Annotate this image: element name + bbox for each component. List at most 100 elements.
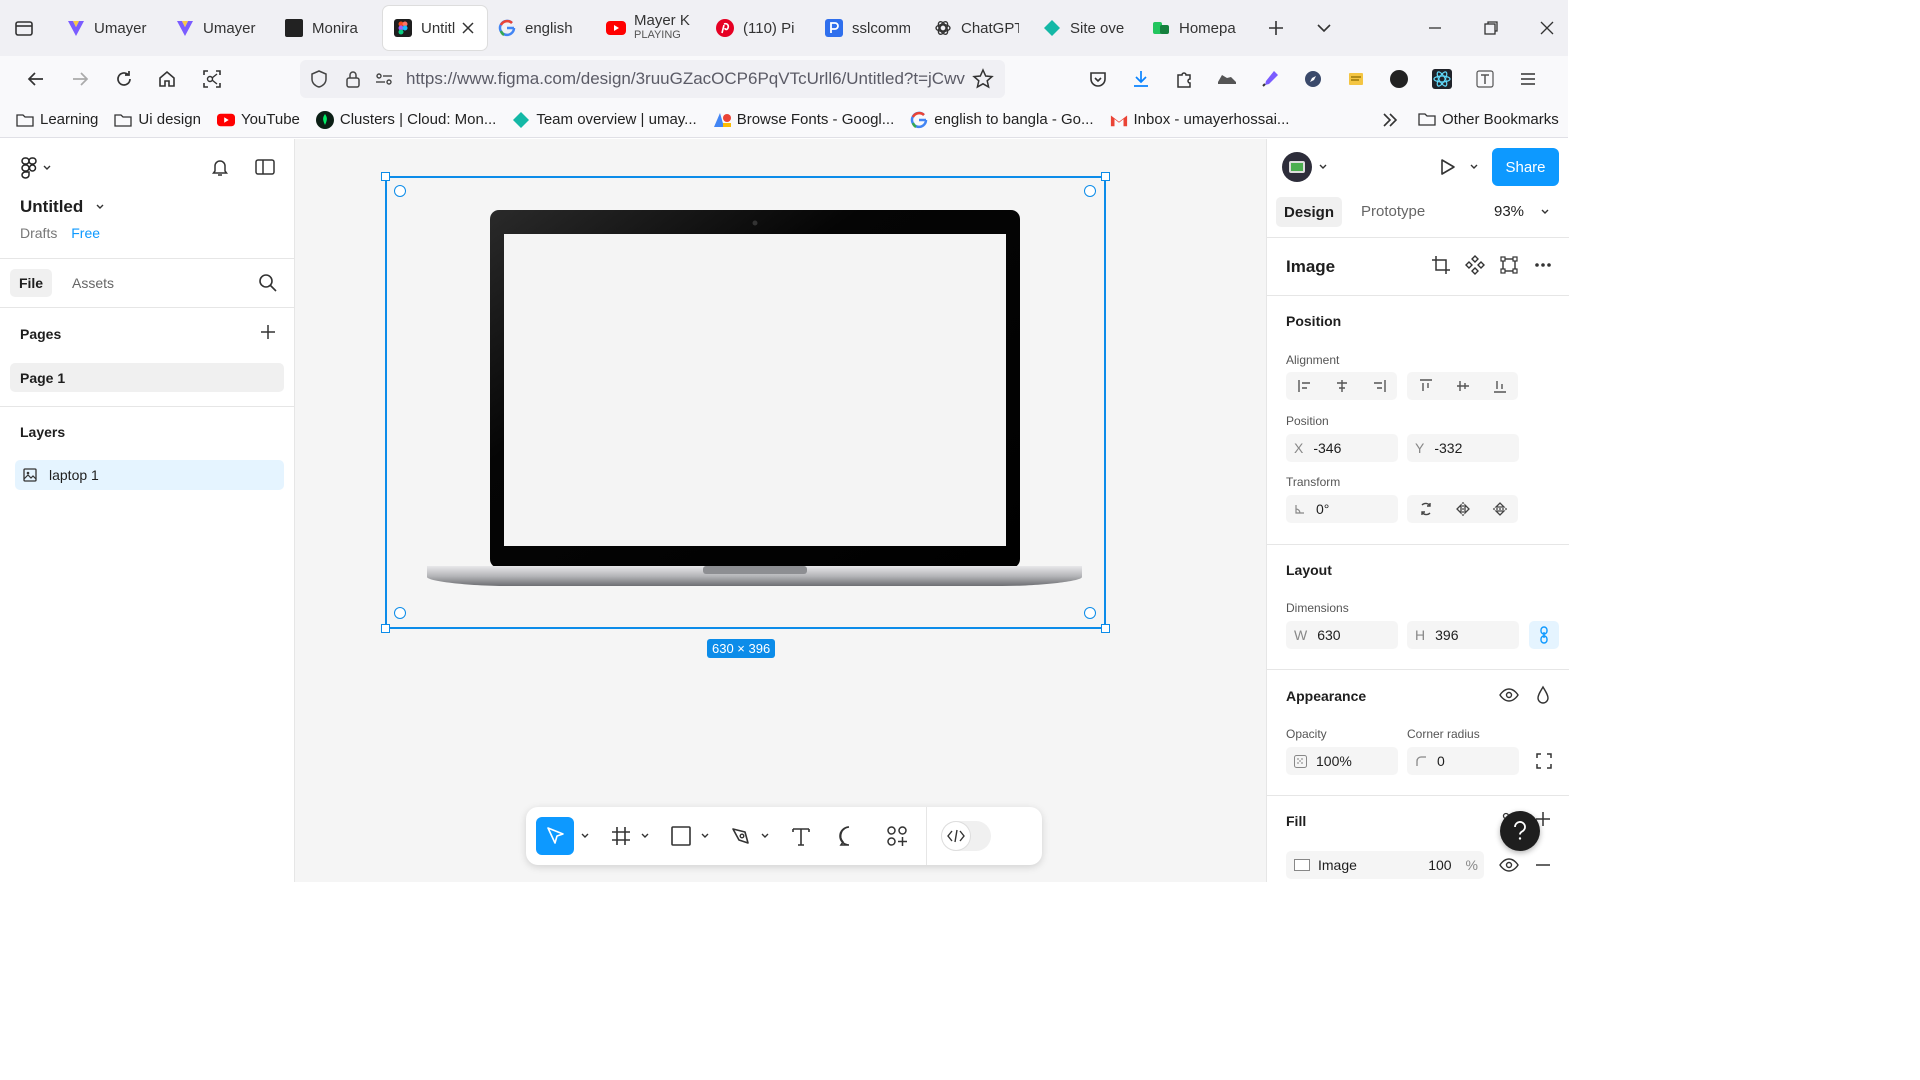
bookmark-7[interactable]: english to bangla - Go... bbox=[910, 111, 1094, 129]
zoom-dropdown[interactable]: 93% bbox=[1494, 203, 1550, 220]
constrain-proportions-button[interactable] bbox=[1529, 621, 1559, 649]
crop-button[interactable] bbox=[1431, 255, 1451, 275]
pocket-button[interactable] bbox=[1080, 61, 1116, 97]
downloads-button[interactable] bbox=[1123, 61, 1159, 97]
tab-assets[interactable]: Assets bbox=[72, 275, 114, 291]
bookmark-star-icon[interactable] bbox=[972, 68, 994, 90]
opacity-field[interactable]: 100% bbox=[1286, 747, 1398, 775]
compass-button[interactable] bbox=[1295, 61, 1331, 97]
layer-item[interactable]: laptop 1 bbox=[15, 460, 284, 490]
frame-tool[interactable] bbox=[610, 825, 632, 847]
user-avatar-button[interactable] bbox=[1282, 152, 1328, 182]
forward-button[interactable] bbox=[62, 61, 98, 97]
home-button[interactable] bbox=[149, 61, 185, 97]
close-tab-icon[interactable] bbox=[461, 21, 475, 35]
toggle-visibility-button[interactable] bbox=[1499, 685, 1519, 705]
toggle-sidebar-button[interactable] bbox=[254, 157, 276, 177]
reload-button[interactable] bbox=[106, 61, 142, 97]
shape-tool[interactable] bbox=[670, 825, 692, 847]
radius-handle-bl[interactable] bbox=[394, 607, 406, 619]
component-button[interactable] bbox=[1465, 255, 1485, 275]
resize-handle-bl[interactable] bbox=[381, 624, 390, 633]
x-position-field[interactable]: X -346 bbox=[1286, 434, 1398, 462]
chevron-down-icon[interactable] bbox=[640, 831, 650, 841]
chevron-down-icon[interactable] bbox=[580, 831, 590, 841]
rotation-field[interactable]: 0° bbox=[1286, 495, 1398, 523]
plan-badge[interactable]: Free bbox=[71, 225, 100, 241]
search-layers-button[interactable] bbox=[258, 273, 278, 293]
resize-handle-tl[interactable] bbox=[381, 172, 390, 181]
browser-tab-1[interactable]: Umayer bbox=[56, 6, 165, 50]
chevron-down-icon[interactable] bbox=[700, 831, 710, 841]
browser-tab-6[interactable]: Mayer K PLAYING bbox=[596, 6, 705, 50]
font-ext-button[interactable] bbox=[1467, 61, 1503, 97]
bookmark-8[interactable]: Inbox - umayerhossai... bbox=[1110, 111, 1289, 129]
bookmark-4[interactable]: Clusters | Cloud: Mon... bbox=[315, 110, 496, 129]
chevron-down-icon[interactable] bbox=[760, 831, 770, 841]
align-middle-button[interactable] bbox=[1444, 372, 1481, 400]
new-tab-button[interactable] bbox=[1258, 10, 1294, 46]
height-field[interactable]: H 396 bbox=[1407, 621, 1519, 649]
browser-tab-8[interactable]: sslcomm bbox=[814, 6, 923, 50]
width-field[interactable]: W 630 bbox=[1286, 621, 1398, 649]
resize-handle-br[interactable] bbox=[1101, 624, 1110, 633]
extensions-button[interactable] bbox=[1166, 61, 1202, 97]
browser-tab-9[interactable]: ChatGPT bbox=[923, 6, 1032, 50]
browser-tab-5[interactable]: english bbox=[487, 6, 596, 50]
browser-tab-2[interactable]: Umayer bbox=[165, 6, 274, 50]
figma-menu-button[interactable] bbox=[20, 157, 52, 179]
url-bar[interactable]: https://www.figma.com/design/3ruuGZacOCP… bbox=[300, 60, 1005, 98]
align-right-button[interactable] bbox=[1360, 372, 1397, 400]
restore-button[interactable] bbox=[1473, 10, 1509, 46]
design-canvas[interactable]: 630 × 396 bbox=[295, 139, 1266, 882]
move-tool[interactable] bbox=[536, 817, 574, 855]
radius-handle-br[interactable] bbox=[1084, 607, 1096, 619]
fill-visibility-button[interactable] bbox=[1499, 855, 1519, 875]
browser-tab-10[interactable]: Site ove bbox=[1032, 6, 1141, 50]
color-picker-button[interactable] bbox=[1252, 61, 1288, 97]
drafts-link[interactable]: Drafts bbox=[20, 225, 57, 241]
align-center-h-button[interactable] bbox=[1323, 372, 1360, 400]
extension-button-1[interactable] bbox=[1209, 61, 1245, 97]
help-button[interactable] bbox=[1500, 811, 1540, 851]
bookmark-3[interactable]: YouTube bbox=[216, 111, 300, 129]
remove-fill-button[interactable] bbox=[1535, 857, 1551, 873]
align-left-button[interactable] bbox=[1286, 372, 1323, 400]
tab-list-button[interactable] bbox=[1306, 10, 1342, 46]
align-top-button[interactable] bbox=[1407, 372, 1444, 400]
tab-overview-button[interactable] bbox=[6, 10, 42, 46]
other-bookmarks[interactable]: Other Bookmarks bbox=[1418, 110, 1559, 128]
radius-handle-tr[interactable] bbox=[1084, 185, 1096, 197]
close-window-button[interactable] bbox=[1529, 10, 1565, 46]
corner-radius-field[interactable]: 0 bbox=[1407, 747, 1519, 775]
resize-handle-tr[interactable] bbox=[1101, 172, 1110, 181]
bookmark-5[interactable]: Team overview | umay... bbox=[512, 111, 697, 129]
bookmark-1[interactable]: Learning bbox=[16, 111, 98, 129]
present-button[interactable] bbox=[1437, 157, 1479, 177]
resize-to-fit-button[interactable] bbox=[1499, 255, 1519, 275]
radius-handle-tl[interactable] bbox=[394, 185, 406, 197]
react-devtools-button[interactable] bbox=[1424, 61, 1460, 97]
align-bottom-button[interactable] bbox=[1481, 372, 1518, 400]
screenshot-button[interactable] bbox=[194, 61, 230, 97]
independent-corners-button[interactable] bbox=[1526, 747, 1562, 775]
file-name-button[interactable]: Untitled bbox=[20, 197, 105, 217]
browser-tab-7[interactable]: (110) Pi bbox=[705, 6, 814, 50]
back-button[interactable] bbox=[18, 61, 54, 97]
profile-ext-button[interactable] bbox=[1381, 61, 1417, 97]
share-button[interactable]: Share bbox=[1492, 148, 1559, 186]
tab-file[interactable]: File bbox=[10, 269, 52, 297]
bookmark-6[interactable]: Browse Fonts - Googl... bbox=[713, 111, 894, 129]
y-position-field[interactable]: Y -332 bbox=[1407, 434, 1519, 462]
tab-prototype[interactable]: Prototype bbox=[1361, 203, 1425, 220]
add-page-button[interactable] bbox=[260, 324, 276, 340]
bookmark-2[interactable]: Ui design bbox=[114, 111, 201, 129]
browser-tab-4[interactable]: Untitl bbox=[383, 6, 487, 50]
fill-row[interactable]: Image 100 % bbox=[1286, 851, 1484, 879]
pen-tool[interactable] bbox=[730, 825, 752, 847]
blend-mode-button[interactable] bbox=[1535, 685, 1551, 705]
more-options-button[interactable] bbox=[1533, 255, 1553, 275]
menu-button[interactable] bbox=[1510, 61, 1546, 97]
flip-horizontal-button[interactable] bbox=[1444, 495, 1481, 523]
page-item[interactable]: Page 1 bbox=[10, 363, 284, 392]
